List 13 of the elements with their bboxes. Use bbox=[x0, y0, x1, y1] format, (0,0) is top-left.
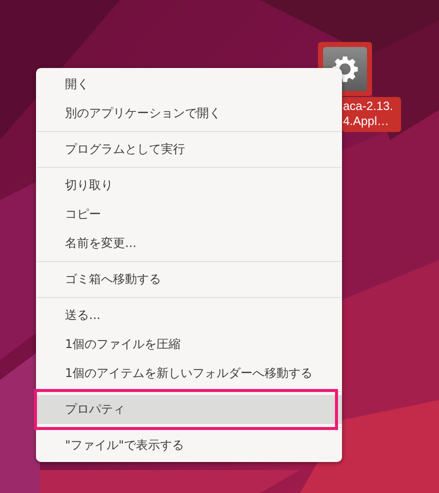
file-name-label: aca-2.13. 4.Appl… bbox=[342, 97, 401, 132]
menu-item[interactable]: "ファイル"で表示する bbox=[36, 431, 342, 460]
menu-item[interactable]: 送る... bbox=[36, 301, 342, 330]
menu-item[interactable]: 名前を変更... bbox=[36, 229, 342, 258]
menu-item[interactable]: コピー bbox=[36, 200, 342, 229]
menu-item[interactable]: 開く bbox=[36, 70, 342, 99]
menu-item[interactable]: ゴミ箱へ移動する bbox=[36, 265, 342, 294]
menu-item[interactable]: プログラムとして実行 bbox=[36, 135, 342, 164]
menu-item[interactable]: 別のアプリケーションで開く bbox=[36, 99, 342, 128]
menu-item[interactable]: プロパティ bbox=[36, 395, 342, 424]
menu-item[interactable]: 1個のアイテムを新しいフォルダーへ移動する bbox=[36, 359, 342, 388]
menu-item[interactable]: 切り取り bbox=[36, 171, 342, 200]
menu-item[interactable]: 1個のファイルを圧縮 bbox=[36, 330, 342, 359]
